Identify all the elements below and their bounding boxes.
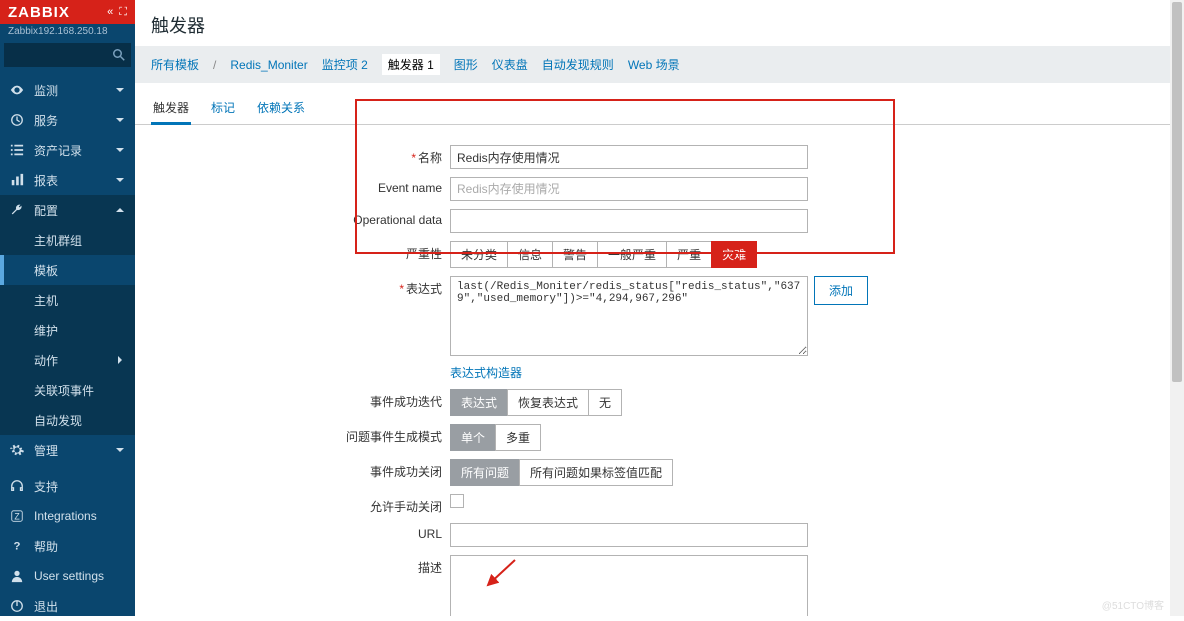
- sev-disaster[interactable]: 灾难: [711, 241, 757, 268]
- crumb-dashboards[interactable]: 仪表盘: [492, 56, 528, 73]
- tab-deps[interactable]: 依赖关系: [255, 93, 307, 124]
- watermark: @51CTO博客: [1102, 597, 1164, 612]
- opdata-label: Operational data: [353, 213, 442, 227]
- eventname-input[interactable]: [450, 177, 808, 201]
- okevent-expr[interactable]: 表达式: [450, 389, 508, 416]
- crumb-triggers[interactable]: 触发器 1: [382, 54, 440, 75]
- tabs: 触发器 标记 依赖关系: [135, 83, 1170, 125]
- nav-monitor[interactable]: 监测: [0, 75, 135, 105]
- collapse-icon[interactable]: «: [107, 6, 113, 19]
- sev-average[interactable]: 一般严重: [597, 241, 667, 268]
- nav-inventory[interactable]: 资产记录: [0, 135, 135, 165]
- sev-info[interactable]: 信息: [507, 241, 553, 268]
- nav-actions[interactable]: 动作: [0, 345, 135, 375]
- z-icon: Z: [10, 509, 24, 523]
- expr-builder-link[interactable]: 表达式构造器: [450, 364, 522, 381]
- nav-usersettings[interactable]: User settings: [0, 561, 135, 591]
- chevron-up-icon: [115, 205, 125, 215]
- chevron-down-icon: [115, 115, 125, 125]
- clock-icon: [10, 113, 24, 127]
- chevron-down-icon: [115, 175, 125, 185]
- okevent-recovery[interactable]: 恢复表达式: [507, 389, 589, 416]
- okevent-none[interactable]: 无: [588, 389, 622, 416]
- nav-hostgroups[interactable]: 主机群组: [0, 225, 135, 255]
- nav-service[interactable]: 服务: [0, 105, 135, 135]
- manual-close-checkbox[interactable]: [450, 494, 464, 508]
- help-icon: ?: [10, 539, 24, 553]
- okclose-all[interactable]: 所有问题: [450, 459, 520, 486]
- logo-row: ZABBIX « ⛶: [0, 0, 135, 24]
- url-label: URL: [418, 527, 442, 541]
- headset-icon: [10, 479, 24, 493]
- gear-icon: [10, 443, 24, 457]
- nav-admin[interactable]: 管理: [0, 435, 135, 465]
- nav-support[interactable]: 支持: [0, 471, 135, 501]
- sev-high[interactable]: 严重: [666, 241, 712, 268]
- nav-hosts[interactable]: 主机: [0, 285, 135, 315]
- breadcrumb: 所有模板/ Redis_Moniter 监控项 2 触发器 1 图形 仪表盘 自…: [135, 46, 1170, 83]
- expr-label: 表达式: [406, 282, 442, 296]
- severity-label: 严重性: [406, 247, 442, 261]
- server-info: Zabbix192.168.250.18: [0, 24, 135, 43]
- name-input[interactable]: [450, 145, 808, 169]
- chevron-down-icon: [115, 445, 125, 455]
- svg-text:Z: Z: [14, 512, 20, 522]
- wrench-icon: [10, 203, 24, 217]
- okevent-label: 事件成功迭代: [370, 395, 442, 409]
- sev-warning[interactable]: 警告: [552, 241, 598, 268]
- scroll-thumb[interactable]: [1172, 2, 1182, 382]
- expr-textarea[interactable]: last(/Redis_Moniter/redis_status["redis_…: [450, 276, 808, 356]
- eventname-label: Event name: [378, 181, 442, 195]
- eye-icon: [10, 83, 24, 97]
- nav-help[interactable]: ?帮助: [0, 531, 135, 561]
- page-title: 触发器: [135, 0, 1170, 46]
- nav-report[interactable]: 报表: [0, 165, 135, 195]
- user-icon: [10, 569, 24, 583]
- nav-integrations[interactable]: ZIntegrations: [0, 501, 135, 531]
- crumb-discovery[interactable]: 自动发现规则: [542, 56, 614, 73]
- url-input[interactable]: [450, 523, 808, 547]
- search-input[interactable]: [4, 43, 131, 67]
- crumb-web[interactable]: Web 场景: [628, 56, 680, 73]
- nav-discovery[interactable]: 自动发现: [0, 405, 135, 435]
- pm-single[interactable]: 单个: [450, 424, 496, 451]
- chevron-down-icon: [115, 85, 125, 95]
- pm-multiple[interactable]: 多重: [495, 424, 541, 451]
- expand-icon[interactable]: ⛶: [119, 6, 127, 19]
- okclose-label: 事件成功关闭: [370, 465, 442, 479]
- name-label: 名称: [418, 151, 442, 165]
- tab-tags[interactable]: 标记: [209, 93, 237, 124]
- list-icon: [10, 143, 24, 157]
- svg-text:?: ?: [14, 541, 21, 553]
- nav-correlation[interactable]: 关联项事件: [0, 375, 135, 405]
- nav-config[interactable]: 配置: [0, 195, 135, 225]
- logo[interactable]: ZABBIX: [8, 4, 70, 21]
- chart-icon: [10, 173, 24, 187]
- okclose-tag[interactable]: 所有问题如果标签值匹配: [519, 459, 673, 486]
- problem-mode-label: 问题事件生成模式: [346, 430, 442, 444]
- tab-trigger[interactable]: 触发器: [151, 93, 191, 125]
- crumb-all-templates[interactable]: 所有模板: [151, 56, 199, 73]
- opdata-input[interactable]: [450, 209, 808, 233]
- manual-close-label: 允许手动关闭: [370, 500, 442, 514]
- power-icon: [10, 599, 24, 613]
- sev-unclassified[interactable]: 未分类: [450, 241, 508, 268]
- chevron-down-icon: [115, 145, 125, 155]
- nav-logout[interactable]: 退出: [0, 591, 135, 621]
- crumb-items[interactable]: 监控项 2: [322, 56, 368, 73]
- crumb-template[interactable]: Redis_Moniter: [230, 58, 307, 72]
- desc-textarea[interactable]: [450, 555, 808, 616]
- expr-add-button[interactable]: 添加: [814, 276, 868, 305]
- nav-templates[interactable]: 模板: [0, 255, 135, 285]
- desc-label: 描述: [418, 561, 442, 575]
- chevron-right-icon: [115, 355, 125, 365]
- severity-group: 未分类 信息 警告 一般严重 严重 灾难: [450, 241, 757, 268]
- scrollbar[interactable]: [1170, 0, 1184, 616]
- crumb-graphs[interactable]: 图形: [454, 56, 478, 73]
- nav-maintenance[interactable]: 维护: [0, 315, 135, 345]
